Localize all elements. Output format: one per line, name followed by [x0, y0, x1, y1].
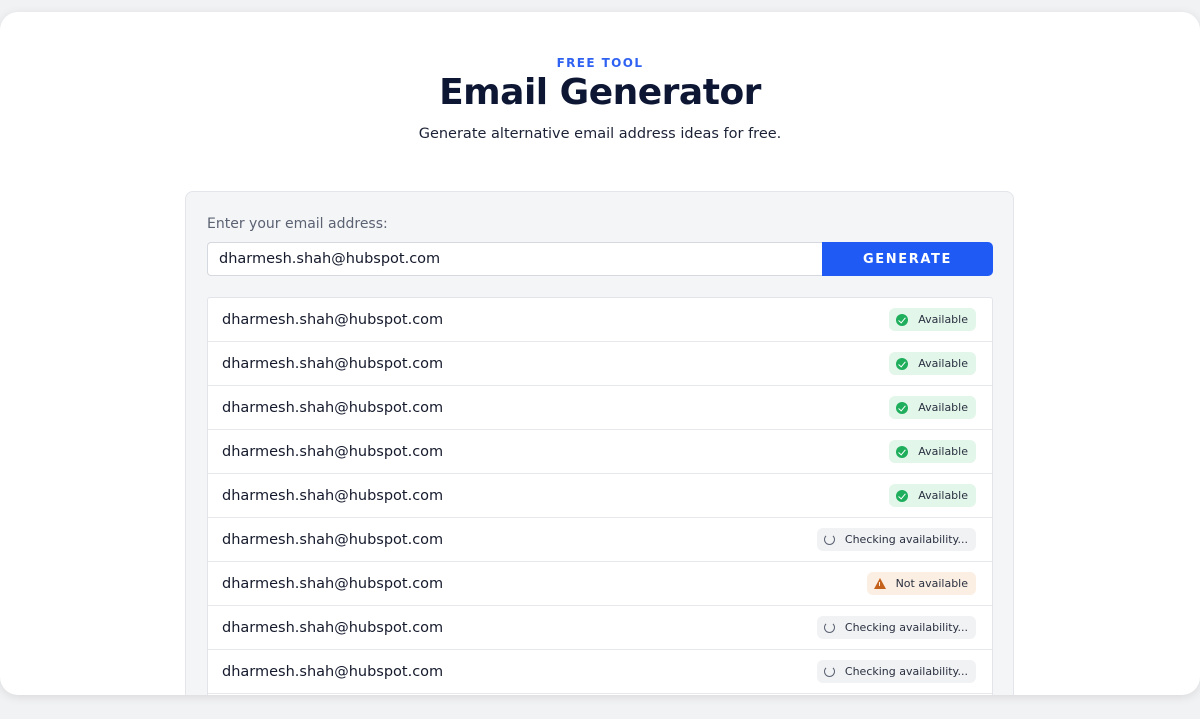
check-icon	[896, 401, 909, 414]
status-label: Available	[918, 401, 968, 414]
status-label: Checking availability...	[844, 533, 968, 546]
status-label: Checking availability...	[844, 665, 968, 678]
status-badge: Available	[889, 440, 976, 463]
result-row-partial	[208, 694, 992, 695]
page-subtitle: Generate alternative email address ideas…	[418, 126, 782, 142]
eyebrow-label: FREE TOOL	[556, 56, 644, 70]
status-label: Checking availability...	[844, 621, 968, 634]
result-row: dharmesh.shah@hubspot.com Checking avail…	[208, 650, 992, 694]
status-badge: Not available	[866, 572, 976, 595]
generate-button[interactable]: GENERATE	[822, 242, 993, 276]
status-badge: Available	[889, 352, 976, 375]
result-row: dharmesh.shah@hubspot.com Not available	[208, 562, 992, 606]
email-input[interactable]	[207, 242, 822, 276]
email-field-label: Enter your email address:	[207, 216, 388, 232]
result-row: dharmesh.shah@hubspot.com Available	[208, 298, 992, 342]
result-email: dharmesh.shah@hubspot.com	[222, 487, 444, 504]
status-badge: Available	[889, 396, 976, 419]
page-title: Email Generator	[439, 72, 761, 113]
results-list: dharmesh.shah@hubspot.com Available dhar…	[207, 297, 993, 695]
generator-card: Enter your email address: GENERATE dharm…	[185, 191, 1014, 695]
status-label: Available	[918, 313, 968, 326]
result-email: dharmesh.shah@hubspot.com	[222, 531, 444, 548]
status-badge: Available	[889, 484, 976, 507]
result-row: dharmesh.shah@hubspot.com Checking avail…	[208, 518, 992, 562]
check-icon	[896, 489, 909, 502]
result-email: dharmesh.shah@hubspot.com	[222, 575, 444, 592]
status-badge: Checking availability...	[816, 616, 976, 639]
status-label: Not available	[895, 577, 968, 590]
result-email: dharmesh.shah@hubspot.com	[222, 311, 444, 328]
result-row: dharmesh.shah@hubspot.com Available	[208, 430, 992, 474]
status-label: Available	[918, 357, 968, 370]
result-email: dharmesh.shah@hubspot.com	[222, 355, 444, 372]
result-email: dharmesh.shah@hubspot.com	[222, 663, 444, 680]
result-row: dharmesh.shah@hubspot.com Available	[208, 474, 992, 518]
warning-icon	[873, 578, 886, 589]
status-badge: Available	[889, 308, 976, 331]
check-icon	[896, 357, 909, 370]
spinner-icon	[823, 666, 835, 677]
result-email: dharmesh.shah@hubspot.com	[222, 619, 444, 636]
spinner-icon	[823, 534, 835, 545]
tool-window: FREE TOOL Email Generator Generate alter…	[0, 12, 1200, 695]
result-email: dharmesh.shah@hubspot.com	[222, 399, 444, 416]
result-email: dharmesh.shah@hubspot.com	[222, 443, 444, 460]
result-row: dharmesh.shah@hubspot.com Checking avail…	[208, 606, 992, 650]
status-label: Available	[918, 445, 968, 458]
status-label: Available	[918, 489, 968, 502]
spinner-icon	[823, 622, 835, 633]
status-badge: Checking availability...	[816, 528, 976, 551]
check-icon	[896, 445, 909, 458]
status-badge: Checking availability...	[816, 660, 976, 683]
check-icon	[896, 313, 909, 326]
result-row: dharmesh.shah@hubspot.com Available	[208, 342, 992, 386]
result-row: dharmesh.shah@hubspot.com Available	[208, 386, 992, 430]
